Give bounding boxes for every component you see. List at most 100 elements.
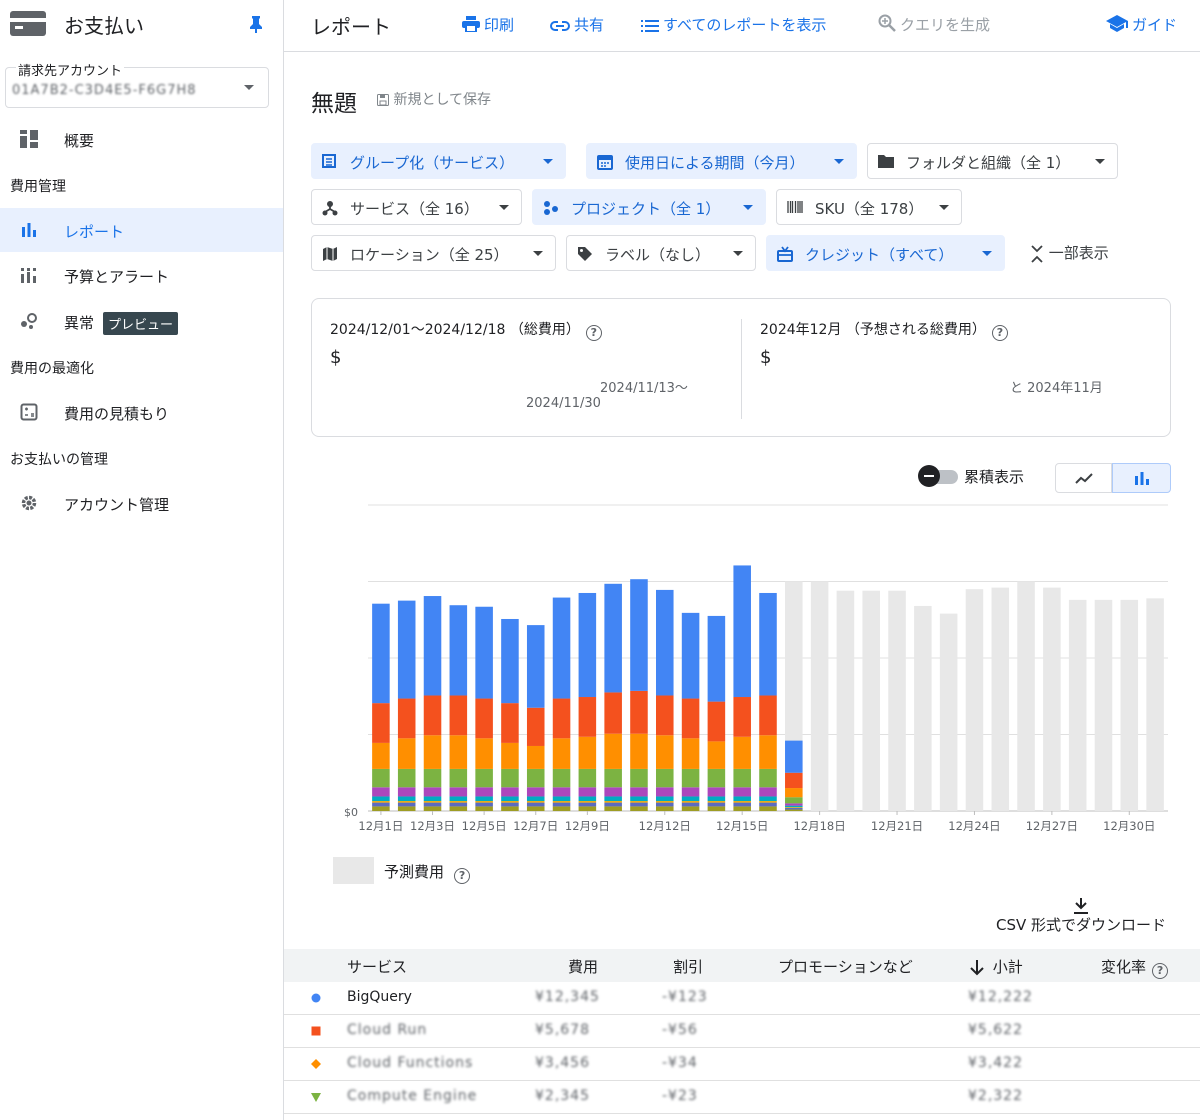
service-filter[interactable]: サービス（全 16） [311,189,522,225]
bar-segment [656,801,674,803]
header-subtotal[interactable]: 小計 [970,956,1023,977]
chevron-down-icon [543,159,553,164]
cell-service[interactable]: Cloud Functions [347,1055,473,1071]
cell-service[interactable]: Cloud Run [347,1022,427,1038]
header-service[interactable]: サービス [347,956,407,977]
cumulative-toggle[interactable] [918,465,960,487]
chevron-down-icon [939,205,949,210]
bar-chart-view-button[interactable] [1112,463,1171,493]
bar-segment [578,736,597,769]
header-change[interactable]: 変化率? [1101,956,1169,979]
sidebar-item-overview[interactable]: 概要 [0,117,283,161]
line-chart-view-button[interactable] [1055,463,1112,493]
pin-icon[interactable] [249,15,263,33]
total-cost-value: $ [330,347,342,368]
billing-account-select[interactable]: 請求先アカウント 01A7B2-C3D4E5-F6G7H8 [5,60,269,108]
bar-segment [397,600,416,699]
bar-segment [501,802,519,807]
bar-segment [604,692,622,734]
save-as-new-button[interactable]: 新規として保存 [377,89,491,109]
help-icon[interactable]: ? [1152,963,1169,979]
sidebar-item-budgets[interactable]: 予算とアラート [0,253,283,297]
table-row[interactable]: Cloud Functions ¥3,456 -¥34 ¥3,422 [284,1048,1200,1081]
bar-segment [372,603,390,704]
bar-segment [552,806,571,811]
bar-segment [526,806,545,811]
bar-segment [397,698,416,739]
download-icon [1074,897,1088,914]
bar-segment [604,802,622,807]
share-label: 共有 [574,16,605,34]
x-tick-label: 12月9日 [565,819,610,833]
print-icon [462,16,480,32]
bar-segment [449,768,468,788]
forecast-bar [862,590,880,811]
header-subtotal-label: 小計 [992,958,1023,976]
header-cost[interactable]: 費用 [568,956,598,977]
bar-segment [449,801,468,803]
square-marker-icon [311,1026,321,1036]
bar-segment [578,697,597,737]
collapse-filters-button[interactable]: 一部表示 [1030,242,1109,263]
period-filter[interactable]: 使用日による期間（今月） [586,143,857,179]
credit-filter[interactable]: クレジット（すべて） [766,235,1005,271]
bar-segment [552,802,571,807]
bar-segment [397,787,416,797]
location-filter[interactable]: ロケーション（全 25） [311,235,556,271]
header-discount[interactable]: 割引 [673,956,703,977]
bar-segment [423,695,442,736]
bar-segment [449,806,468,811]
bar-segment [475,801,493,803]
table-row[interactable]: Cloud Run ¥5,678 -¥56 ¥5,622 [284,1015,1200,1048]
header-promotion[interactable]: プロモーションなど [778,956,913,977]
total-cost-label-text: 2024/12/01〜2024/12/18 （総費用） [330,322,580,338]
cell-discount: -¥34 [662,1055,698,1071]
table-row[interactable]: BigQuery ¥12,345 -¥123 ¥12,222 [284,982,1200,1015]
sidebar-item-reports[interactable]: レポート [0,208,283,252]
sidebar-item-estimate[interactable]: 費用の見積もり [0,390,283,434]
circle-marker-icon [311,993,321,1003]
sidebar-item-label: アカウント管理 [64,496,170,514]
guide-label: ガイド [1132,16,1178,34]
bar-segment [449,695,468,736]
sidebar-item-label: レポート [64,223,125,241]
group-by-filter[interactable]: グループ化（サービス） [311,143,566,179]
sidebar-item-account-management[interactable]: アカウント管理 [0,481,283,525]
bar-segment [785,772,803,789]
forecast-cost-label-text: 2024年12月 （予想される総費用） [760,322,986,338]
bar-segment [526,625,545,708]
bar-segment [707,806,726,811]
help-icon[interactable]: ? [454,868,471,884]
help-icon[interactable]: ? [585,325,602,341]
generate-query-button[interactable]: クエリを生成 [878,14,990,35]
guide-button[interactable]: ガイド [1106,14,1177,35]
view-all-reports-button[interactable]: すべてのレポートを表示 [641,14,826,35]
bar-segment [578,768,597,788]
table-row[interactable]: Compute Engine ¥2,345 -¥23 ¥2,322 [284,1081,1200,1114]
label-filter[interactable]: ラベル（なし） [566,235,756,271]
bar-segment [707,801,726,803]
help-icon[interactable]: ? [991,325,1008,341]
bar-segment [630,801,648,803]
bar-segment [475,738,493,769]
cell-service[interactable]: Compute Engine [347,1088,477,1104]
bar-segment [449,787,468,797]
bar-segment [552,768,571,788]
forecast-bar [914,605,932,811]
dashboard-icon [20,130,38,148]
cell-service[interactable]: BigQuery [347,989,412,1005]
print-button[interactable]: 印刷 [462,14,514,35]
bar-segment [578,592,597,698]
share-button[interactable]: 共有 [550,14,604,35]
bar-segment [656,589,674,696]
csv-download-button[interactable]: CSV 形式でダウンロード [990,896,1172,935]
bar-segment [681,802,700,807]
folder-filter[interactable]: フォルダと組織（全 1） [867,143,1118,179]
bar-segment [785,797,803,804]
bar-segment [681,801,700,803]
bar-segment [423,806,442,811]
bar-segment [707,796,726,802]
sku-filter[interactable]: SKU（全 178） [776,189,962,225]
project-filter[interactable]: プロジェクト（全 1） [532,189,766,225]
bar-segment [578,787,597,797]
